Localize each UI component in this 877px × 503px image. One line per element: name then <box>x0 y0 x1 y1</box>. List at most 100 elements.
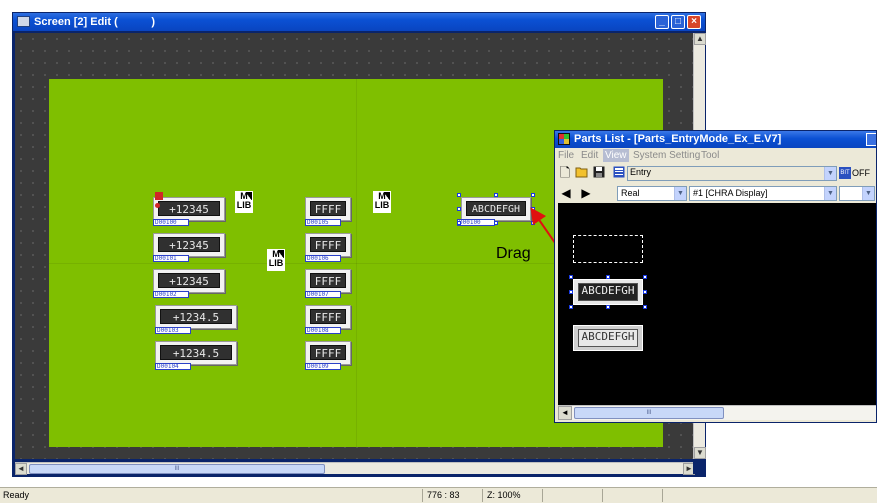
parts-list-canvas[interactable]: ABCDEFGH ABCDEFGH <box>558 203 876 405</box>
mode-combo[interactable]: Real ▼ <box>617 186 687 201</box>
hex-display-value: FFFF <box>310 309 346 324</box>
numeric-display-part[interactable]: +1234.5 <box>155 341 237 365</box>
numeric-display-part[interactable]: +12345 <box>153 233 225 257</box>
selection-handle[interactable] <box>569 290 573 294</box>
char-display-part[interactable]: ABCDEFGH <box>573 325 643 351</box>
scroll-left-icon[interactable]: ◄ <box>558 406 572 420</box>
numeric-display-value: +1234.5 <box>160 309 232 324</box>
status-empty-1 <box>542 489 602 502</box>
arrow-left-icon[interactable]: ◀ <box>559 186 573 200</box>
extra-combo[interactable]: ▼ <box>839 186 875 201</box>
minimize-button[interactable]: _ <box>655 15 669 29</box>
numeric-display-part[interactable]: +12345 <box>153 269 225 293</box>
drag-label: Drag <box>496 245 531 262</box>
hex-display-part[interactable]: FFFF <box>305 233 351 257</box>
selection-handle[interactable] <box>494 221 498 225</box>
alarm-icon <box>155 192 163 200</box>
close-button[interactable]: × <box>687 15 701 29</box>
status-zoom: Z: 100% <box>482 489 542 502</box>
part-type-combo[interactable]: #1 [CHRA Display] ▼ <box>689 186 837 201</box>
status-empty-3 <box>662 489 708 502</box>
selection-handle[interactable] <box>531 207 535 211</box>
mlib-bottom-text: LIB <box>236 200 252 210</box>
selection-handle[interactable] <box>569 275 573 279</box>
mlib-bottom-text: LIB <box>268 258 284 268</box>
parts-list-titlebar[interactable]: Parts List - [Parts_EntryMode_Ex_E.V7] <box>555 131 876 148</box>
chevron-down-icon[interactable]: ▼ <box>862 187 874 200</box>
part-type-combo-value: #1 [CHRA Display] <box>693 188 768 198</box>
character-display-part[interactable]: ABCDEFGH <box>461 197 531 221</box>
menu-system-setting[interactable]: System Setting <box>633 150 700 161</box>
address-tag: D00101 <box>153 255 189 262</box>
macro-library-icon[interactable]: M LIB <box>267 249 285 271</box>
dot-icon <box>155 203 160 208</box>
arrow-right-icon[interactable]: ▶ <box>579 186 593 200</box>
mlib-slash-icon <box>246 192 252 200</box>
menu-view[interactable]: View <box>603 149 629 162</box>
address-tag: D00104 <box>155 363 191 370</box>
menu-tool[interactable]: Tool <box>701 150 719 161</box>
numeric-display-value: +12345 <box>158 273 220 288</box>
character-display-value: ABCDEFGH <box>466 201 526 216</box>
selection-handle[interactable] <box>531 221 535 225</box>
numeric-display-value: +12345 <box>158 201 220 216</box>
address-tag: D00102 <box>153 291 189 298</box>
selection-handle[interactable] <box>494 193 498 197</box>
hex-display-value: FFFF <box>310 237 346 252</box>
entry-combo-frame[interactable]: ▼ <box>627 166 837 181</box>
address-tag: D00100 <box>153 219 189 226</box>
horizontal-scroll-thumb[interactable]: III <box>29 464 325 474</box>
selection-handle[interactable] <box>457 221 461 225</box>
horizontal-scrollbar[interactable]: ◄ III ► <box>15 462 695 475</box>
chevron-down-icon[interactable]: ▼ <box>824 167 836 180</box>
scroll-left-icon[interactable]: ◄ <box>15 463 27 475</box>
numeric-display-value: +1234.5 <box>160 345 232 360</box>
maximize-button[interactable]: □ <box>671 15 685 29</box>
selection-handle[interactable] <box>531 193 535 197</box>
address-tag: D00108 <box>305 327 341 334</box>
status-empty-2 <box>602 489 662 502</box>
menu-file[interactable]: File <box>558 150 574 161</box>
menu-edit[interactable]: Edit <box>581 150 598 161</box>
selection-handle[interactable] <box>643 275 647 279</box>
mlib-slash-icon <box>278 250 284 258</box>
scroll-up-icon[interactable]: ▲ <box>694 33 706 45</box>
save-icon[interactable] <box>592 166 606 180</box>
status-coordinates: 776 : 83 <box>422 489 482 502</box>
chevron-down-icon[interactable]: ▼ <box>674 187 686 200</box>
address-tag: D00109 <box>305 363 341 370</box>
hex-display-part[interactable]: FFFF <box>305 269 351 293</box>
parts-list-scroll-thumb[interactable]: III <box>574 407 724 419</box>
numeric-display-value: +12345 <box>158 237 220 252</box>
hex-display-part[interactable]: FFFF <box>305 305 351 329</box>
selection-handle[interactable] <box>643 290 647 294</box>
numeric-display-part[interactable]: +12345 <box>153 197 225 221</box>
selection-handle[interactable] <box>606 275 610 279</box>
selection-handle[interactable] <box>606 305 610 309</box>
screen-edit-titlebar[interactable]: Screen [2] Edit ( ) _ □ × <box>13 13 705 31</box>
scroll-down-icon[interactable]: ▼ <box>694 447 706 459</box>
macro-library-icon[interactable]: M LIB <box>235 191 253 213</box>
selection-handle[interactable] <box>569 305 573 309</box>
window-icon <box>17 16 30 27</box>
parts-list-minimize-button[interactable] <box>866 133 876 146</box>
parts-list-app-icon <box>558 133 570 145</box>
mlib-slash-icon <box>384 192 390 200</box>
macro-library-icon[interactable]: M LIB <box>373 191 391 213</box>
hex-display-part[interactable]: FFFF <box>305 197 351 221</box>
selection-handle[interactable] <box>643 305 647 309</box>
char-display-part-selected[interactable]: ABCDEFGH <box>573 279 643 305</box>
open-folder-icon[interactable] <box>575 166 589 180</box>
status-text: Ready <box>3 490 30 500</box>
new-file-icon[interactable]: 🗋 <box>558 166 572 180</box>
address-tag: D00100 <box>457 219 495 226</box>
numeric-display-part[interactable]: +1234.5 <box>155 305 237 329</box>
selection-handle[interactable] <box>457 207 461 211</box>
empty-slot-outline[interactable] <box>573 235 643 263</box>
hex-display-part[interactable]: FFFF <box>305 341 351 365</box>
scroll-corner <box>693 462 705 474</box>
chevron-down-icon[interactable]: ▼ <box>824 187 836 200</box>
selection-handle[interactable] <box>457 193 461 197</box>
parts-list-hscrollbar[interactable]: ◄ III <box>558 405 876 420</box>
address-tag: D00106 <box>305 255 341 262</box>
